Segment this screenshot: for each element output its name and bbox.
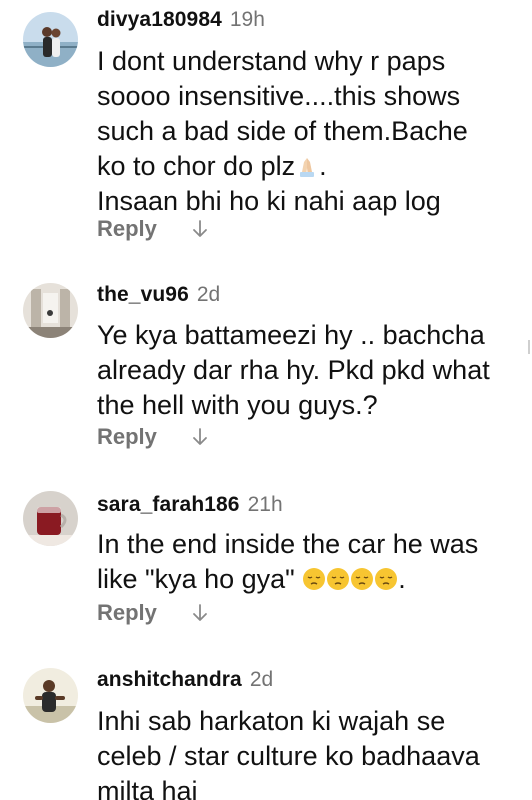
pensive-face-emoji [302, 567, 326, 591]
comment-text: Inhi sab harkaton ki wajah se celeb / st… [97, 706, 480, 800]
comments-list: divya180984 19h I dont understand why r … [0, 0, 532, 800]
pensive-face-emoji [374, 567, 398, 591]
timestamp: 2d [249, 668, 274, 691]
pensive-face-emoji [350, 567, 374, 591]
comment-text: In the end inside the car he was like "k… [97, 529, 479, 594]
folded-hands-emoji [295, 154, 319, 178]
reply-button[interactable]: Reply [97, 216, 157, 242]
timestamp: 19h [229, 8, 265, 31]
reply-button[interactable]: Reply [97, 424, 157, 450]
avatar[interactable] [23, 12, 78, 67]
username[interactable]: sara_farah186 [97, 493, 240, 517]
comment-text: Ye kya battameezi hy .. bachcha already … [97, 320, 490, 420]
avatar[interactable] [23, 283, 78, 338]
pensive-face-emoji [326, 567, 350, 591]
reply-button[interactable]: Reply [97, 600, 157, 626]
comment-text: I dont understand why r paps soooo insen… [97, 46, 468, 216]
username[interactable]: anshitchandra [97, 668, 242, 692]
arrow-down-icon[interactable] [191, 427, 209, 447]
timestamp: 2d [196, 283, 221, 306]
avatar[interactable] [23, 668, 78, 723]
arrow-down-icon[interactable] [191, 219, 209, 239]
scroll-edge-mark [526, 340, 530, 354]
username[interactable]: the_vu96 [97, 283, 189, 307]
avatar[interactable] [23, 491, 78, 546]
arrow-down-icon[interactable] [191, 603, 209, 623]
timestamp: 21h [247, 493, 283, 516]
username[interactable]: divya180984 [97, 8, 222, 32]
